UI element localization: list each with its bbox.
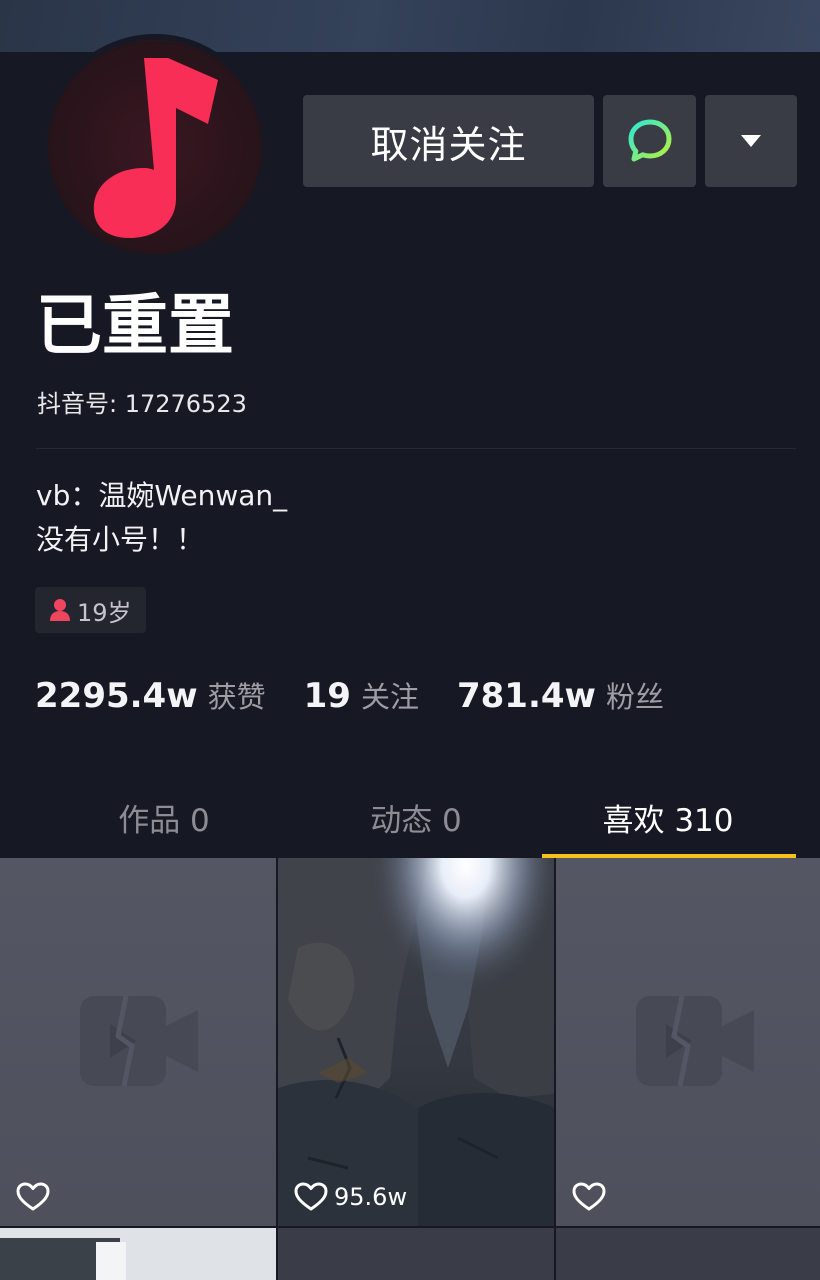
tab-likes[interactable]: 喜欢 310: [542, 780, 794, 854]
stat-following[interactable]: 19 关注: [304, 674, 419, 716]
heart-outline-icon: [294, 1182, 328, 1211]
message-button[interactable]: [603, 95, 696, 187]
profile-tabs: 作品 0 动态 0 喜欢 310: [38, 780, 796, 858]
grid-item[interactable]: 95.6w: [278, 858, 554, 1226]
grid-item[interactable]: [278, 1228, 554, 1280]
stat-value: 2295.4w: [35, 676, 198, 716]
tab-works[interactable]: 作品 0: [38, 780, 290, 854]
stat-likes[interactable]: 2295.4w 获赞: [35, 674, 266, 716]
grid-item[interactable]: [556, 858, 820, 1226]
chat-bubble-icon: [628, 119, 671, 162]
bio-line: vb：温婉Wenwan_: [36, 479, 288, 512]
more-button[interactable]: [705, 95, 797, 187]
music-note-icon: [93, 58, 218, 238]
heart-outline-icon: [16, 1182, 50, 1211]
bio: vb：温婉Wenwan_ 没有小号！！: [36, 474, 287, 562]
douyin-id: 抖音号: 17276523: [37, 390, 247, 418]
like-count: [572, 1182, 612, 1212]
tab-activity[interactable]: 动态 0: [290, 780, 542, 854]
stat-label: 获赞: [207, 680, 266, 714]
video-unavailable-icon: [636, 996, 754, 1086]
like-count-label: 95.6w: [334, 1183, 408, 1211]
thumbnail-shape: [96, 1242, 126, 1280]
age-tag-label: 19岁: [77, 598, 132, 627]
unfollow-button[interactable]: 取消关注: [303, 95, 594, 187]
caret-down-icon: [741, 135, 761, 147]
avatar[interactable]: [48, 40, 262, 254]
divider: [36, 448, 796, 449]
cave-photo-thumbnail: [278, 858, 554, 1226]
stat-label: 关注: [360, 680, 419, 714]
age-tag: 19岁: [35, 587, 146, 633]
stat-value: 781.4w: [456, 676, 596, 716]
video-unavailable-icon: [80, 996, 198, 1086]
like-count: [16, 1182, 56, 1212]
grid-item[interactable]: [0, 1228, 276, 1280]
stat-label: 粉丝: [605, 680, 664, 714]
female-user-icon: [50, 599, 70, 621]
stat-value: 19: [303, 676, 351, 716]
bio-line: 没有小号！！: [36, 523, 205, 556]
stat-followers[interactable]: 781.4w 粉丝: [457, 674, 664, 716]
like-count: 95.6w: [294, 1182, 407, 1212]
grid-item[interactable]: [556, 1228, 820, 1280]
heart-outline-icon: [572, 1182, 606, 1211]
profile-stats: 2295.4w 获赞 19 关注 781.4w 粉丝: [35, 674, 702, 724]
nickname: 已重置: [36, 287, 234, 364]
grid-item[interactable]: [0, 858, 276, 1226]
